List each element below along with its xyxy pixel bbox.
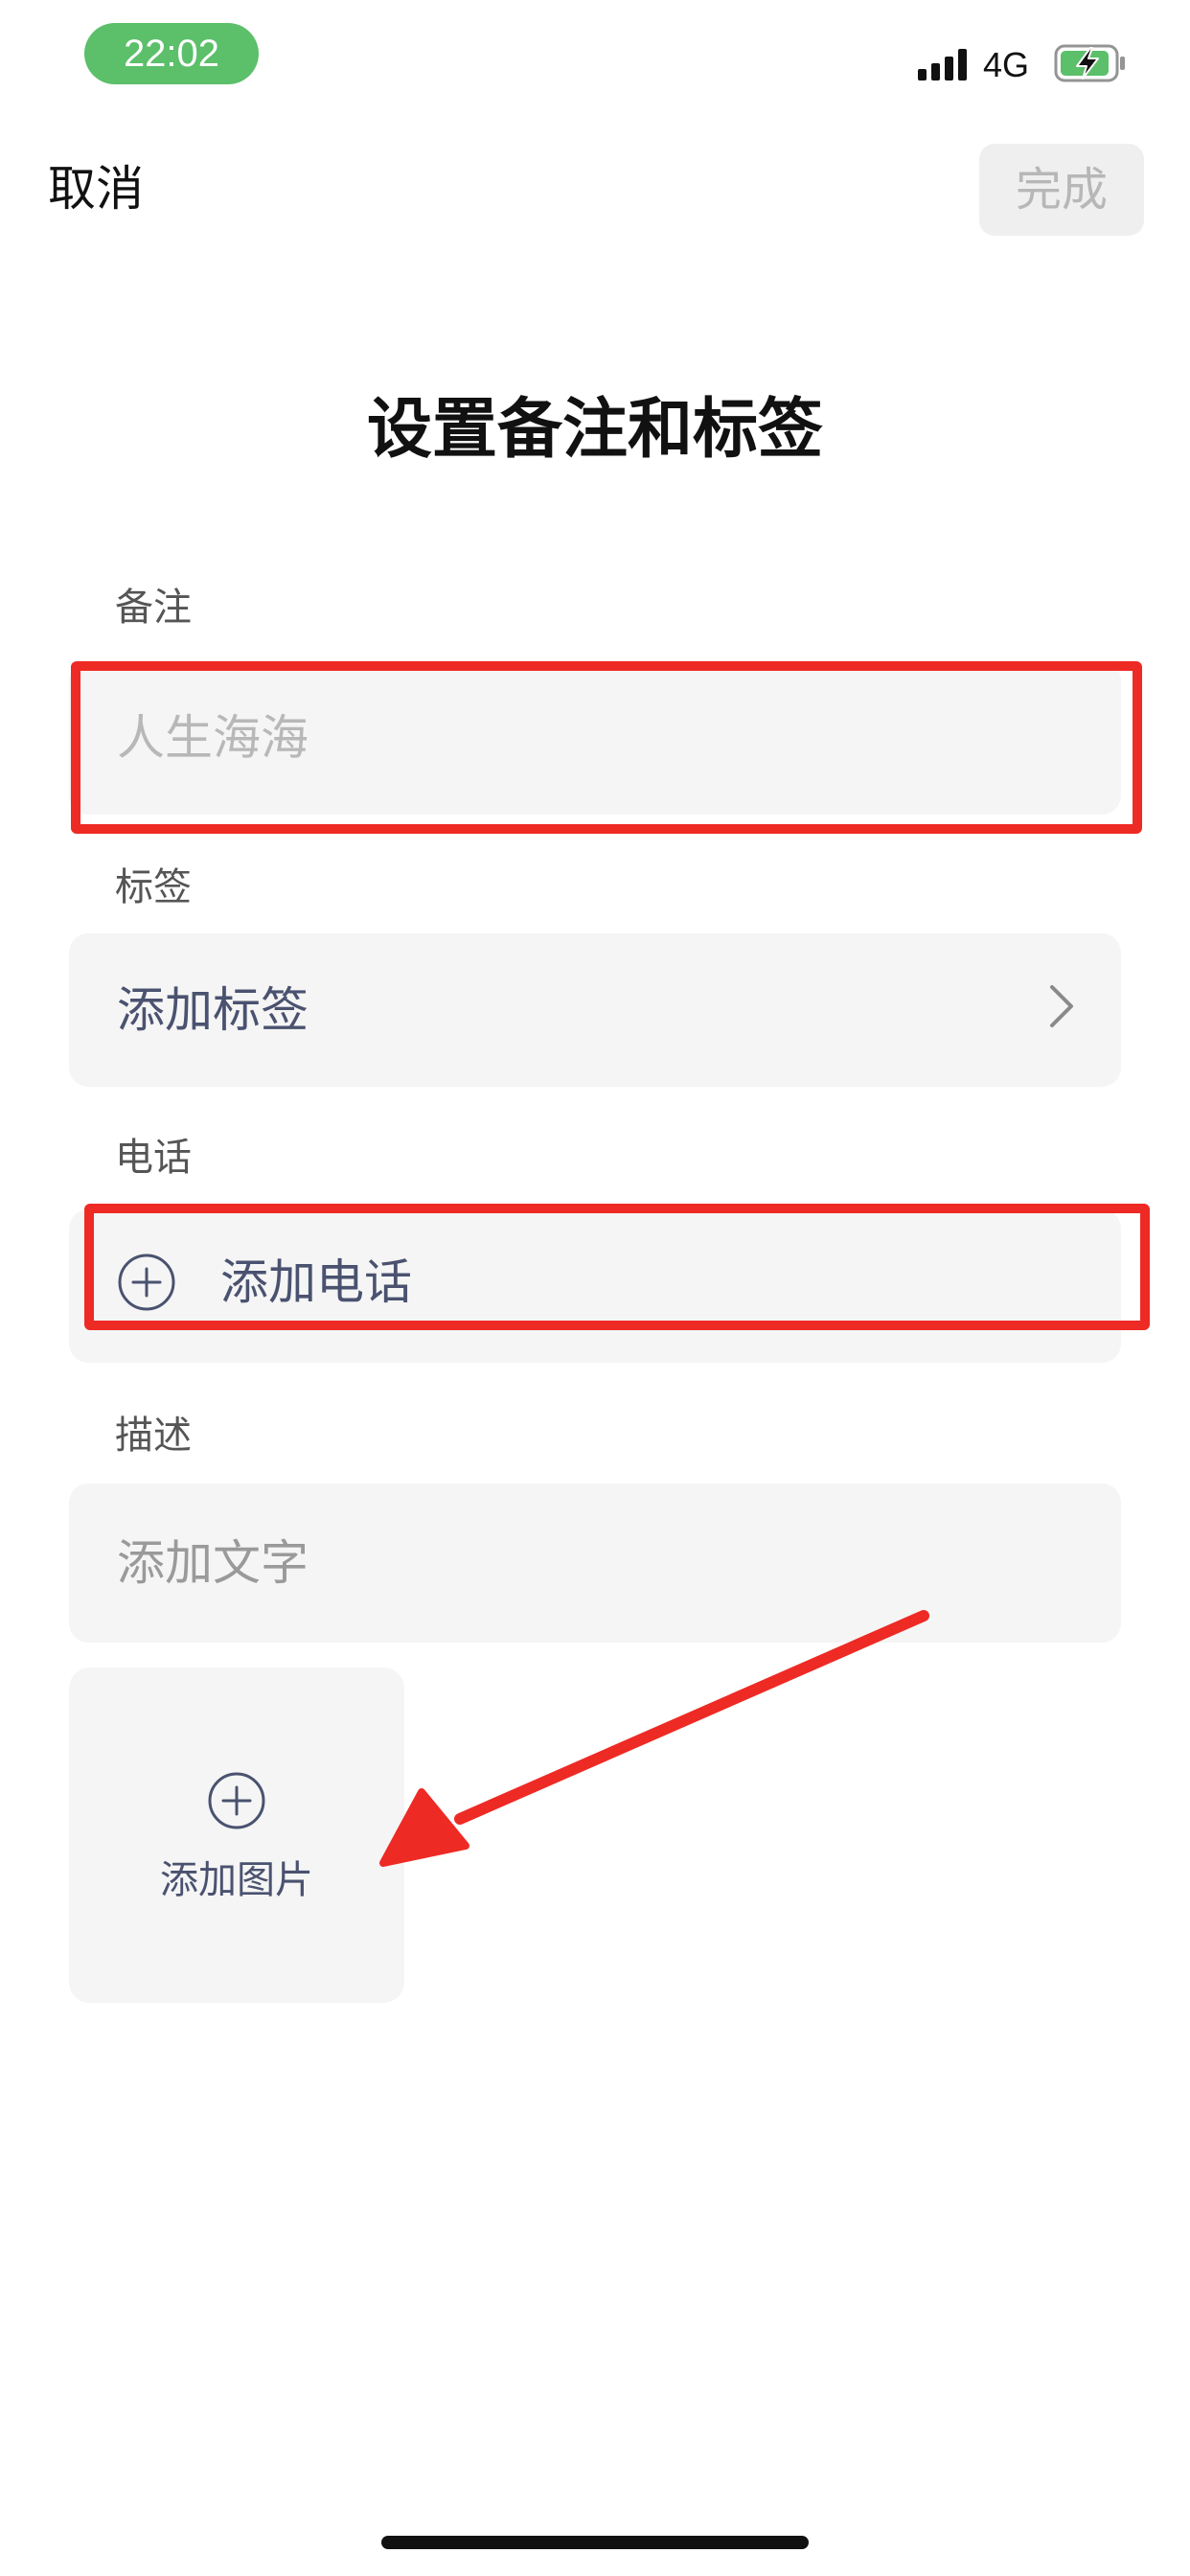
status-time: 22:02 xyxy=(84,23,259,84)
page-title: 设置备注和标签 xyxy=(366,392,823,468)
cancel-button[interactable]: 取消 xyxy=(48,153,144,224)
add-image-label: 添加图片 xyxy=(160,1858,313,1902)
plus-circle-icon xyxy=(208,1772,265,1829)
add-tag-row[interactable]: 添加标签 xyxy=(69,933,1121,1087)
chevron-right-icon xyxy=(1050,985,1073,1027)
description-label: 描述 xyxy=(115,1414,192,1458)
signal-icon xyxy=(918,48,968,80)
add-tag-label: 添加标签 xyxy=(117,982,309,1038)
add-phone-row[interactable]: 添加电话 xyxy=(69,1209,1121,1363)
phone-label: 电话 xyxy=(115,1136,192,1180)
done-button[interactable]: 完成 xyxy=(979,144,1144,236)
remark-placeholder: 人生海海 xyxy=(117,710,309,766)
tags-label: 标签 xyxy=(115,865,192,909)
description-input[interactable]: 添加文字 xyxy=(69,1484,1121,1643)
add-image-button[interactable]: 添加图片 xyxy=(69,1668,404,2003)
plus-circle-icon xyxy=(118,1254,175,1311)
remark-input[interactable]: 人生海海 xyxy=(69,661,1121,815)
network-label: 4G xyxy=(983,45,1030,84)
home-indicator xyxy=(381,2536,809,2549)
remark-label: 备注 xyxy=(115,586,192,630)
description-placeholder: 添加文字 xyxy=(117,1535,309,1591)
add-phone-label: 添加电话 xyxy=(220,1254,412,1310)
battery-charging-icon xyxy=(1054,44,1125,82)
